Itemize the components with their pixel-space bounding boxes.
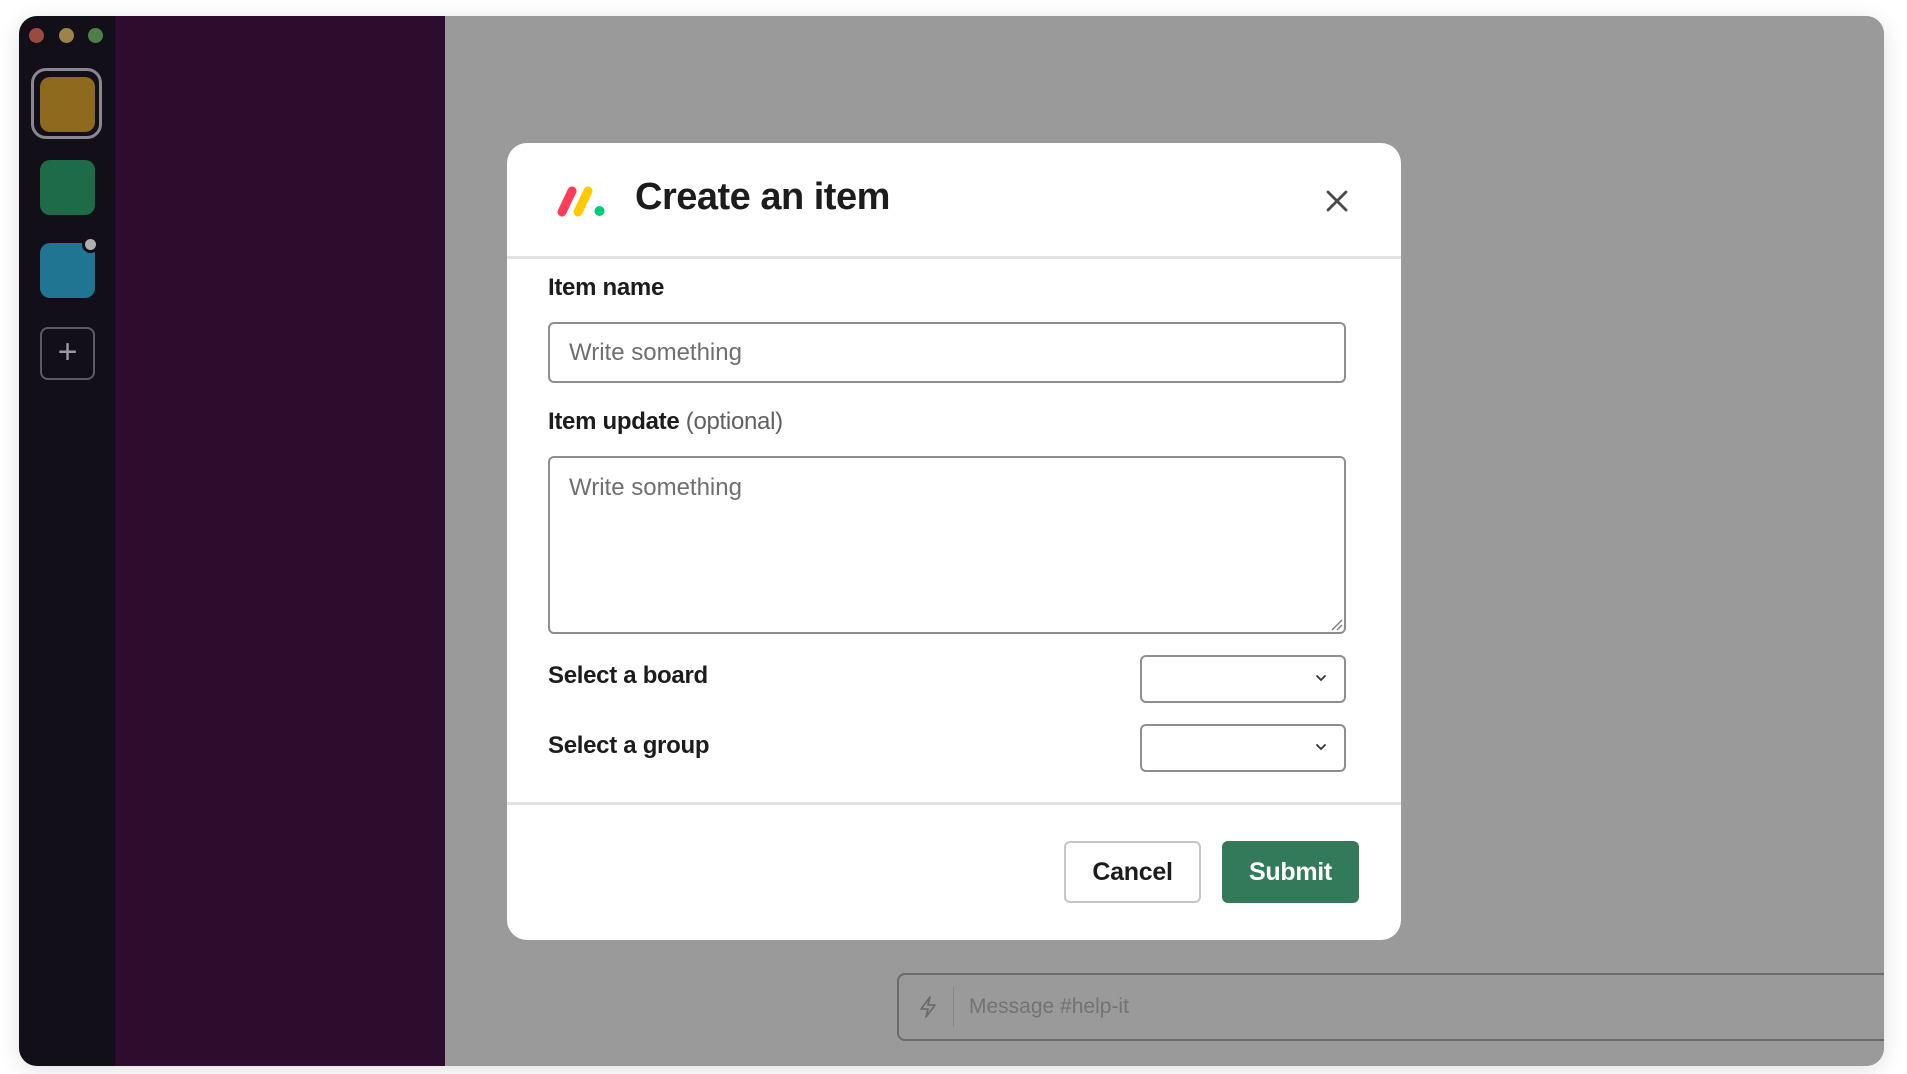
item-update-textarea[interactable] [548,456,1346,634]
cancel-button[interactable]: Cancel [1064,841,1201,903]
workspace-1-button[interactable] [40,77,95,132]
composer-divider [953,987,954,1027]
modal-title: Create an item [635,176,890,218]
lightning-icon[interactable] [917,995,939,1019]
submit-button[interactable]: Submit [1222,841,1359,903]
modal-header: Create an item [507,143,1401,259]
message-composer[interactable]: Message #help-it Aa [897,973,1884,1041]
create-item-modal: Create an item Item name Item update (op… [507,143,1401,940]
select-board-label: Select a board [548,662,708,689]
workspace-2-button[interactable] [40,160,95,215]
chevron-down-icon [1314,740,1328,754]
modal-footer: Cancel Submit [507,802,1401,940]
optional-tag: (optional) [685,408,783,435]
monday-logo-icon [555,185,609,217]
channel-sidebar [115,16,445,1066]
message-input[interactable]: Message #help-it [969,995,1129,1019]
item-name-label: Item name [548,274,664,302]
plus-icon: + [57,333,78,371]
window-minimize-button[interactable] [59,28,74,43]
board-select[interactable] [1140,655,1346,703]
workspace-rail: + [19,16,115,1066]
chevron-down-icon [1314,671,1328,685]
close-icon[interactable] [1319,183,1355,219]
group-select[interactable] [1140,724,1346,772]
window-close-button[interactable] [29,28,44,43]
notification-badge [82,236,99,253]
item-update-label: Item update (optional) [548,408,783,436]
item-update-label-text: Item update [548,408,680,435]
window-maximize-button[interactable] [88,28,103,43]
item-name-label-text: Item name [548,274,665,301]
select-group-label: Select a group [548,732,710,759]
resize-handle-icon[interactable] [1329,617,1343,631]
item-name-input[interactable] [548,322,1346,383]
add-workspace-button[interactable]: + [40,327,95,380]
